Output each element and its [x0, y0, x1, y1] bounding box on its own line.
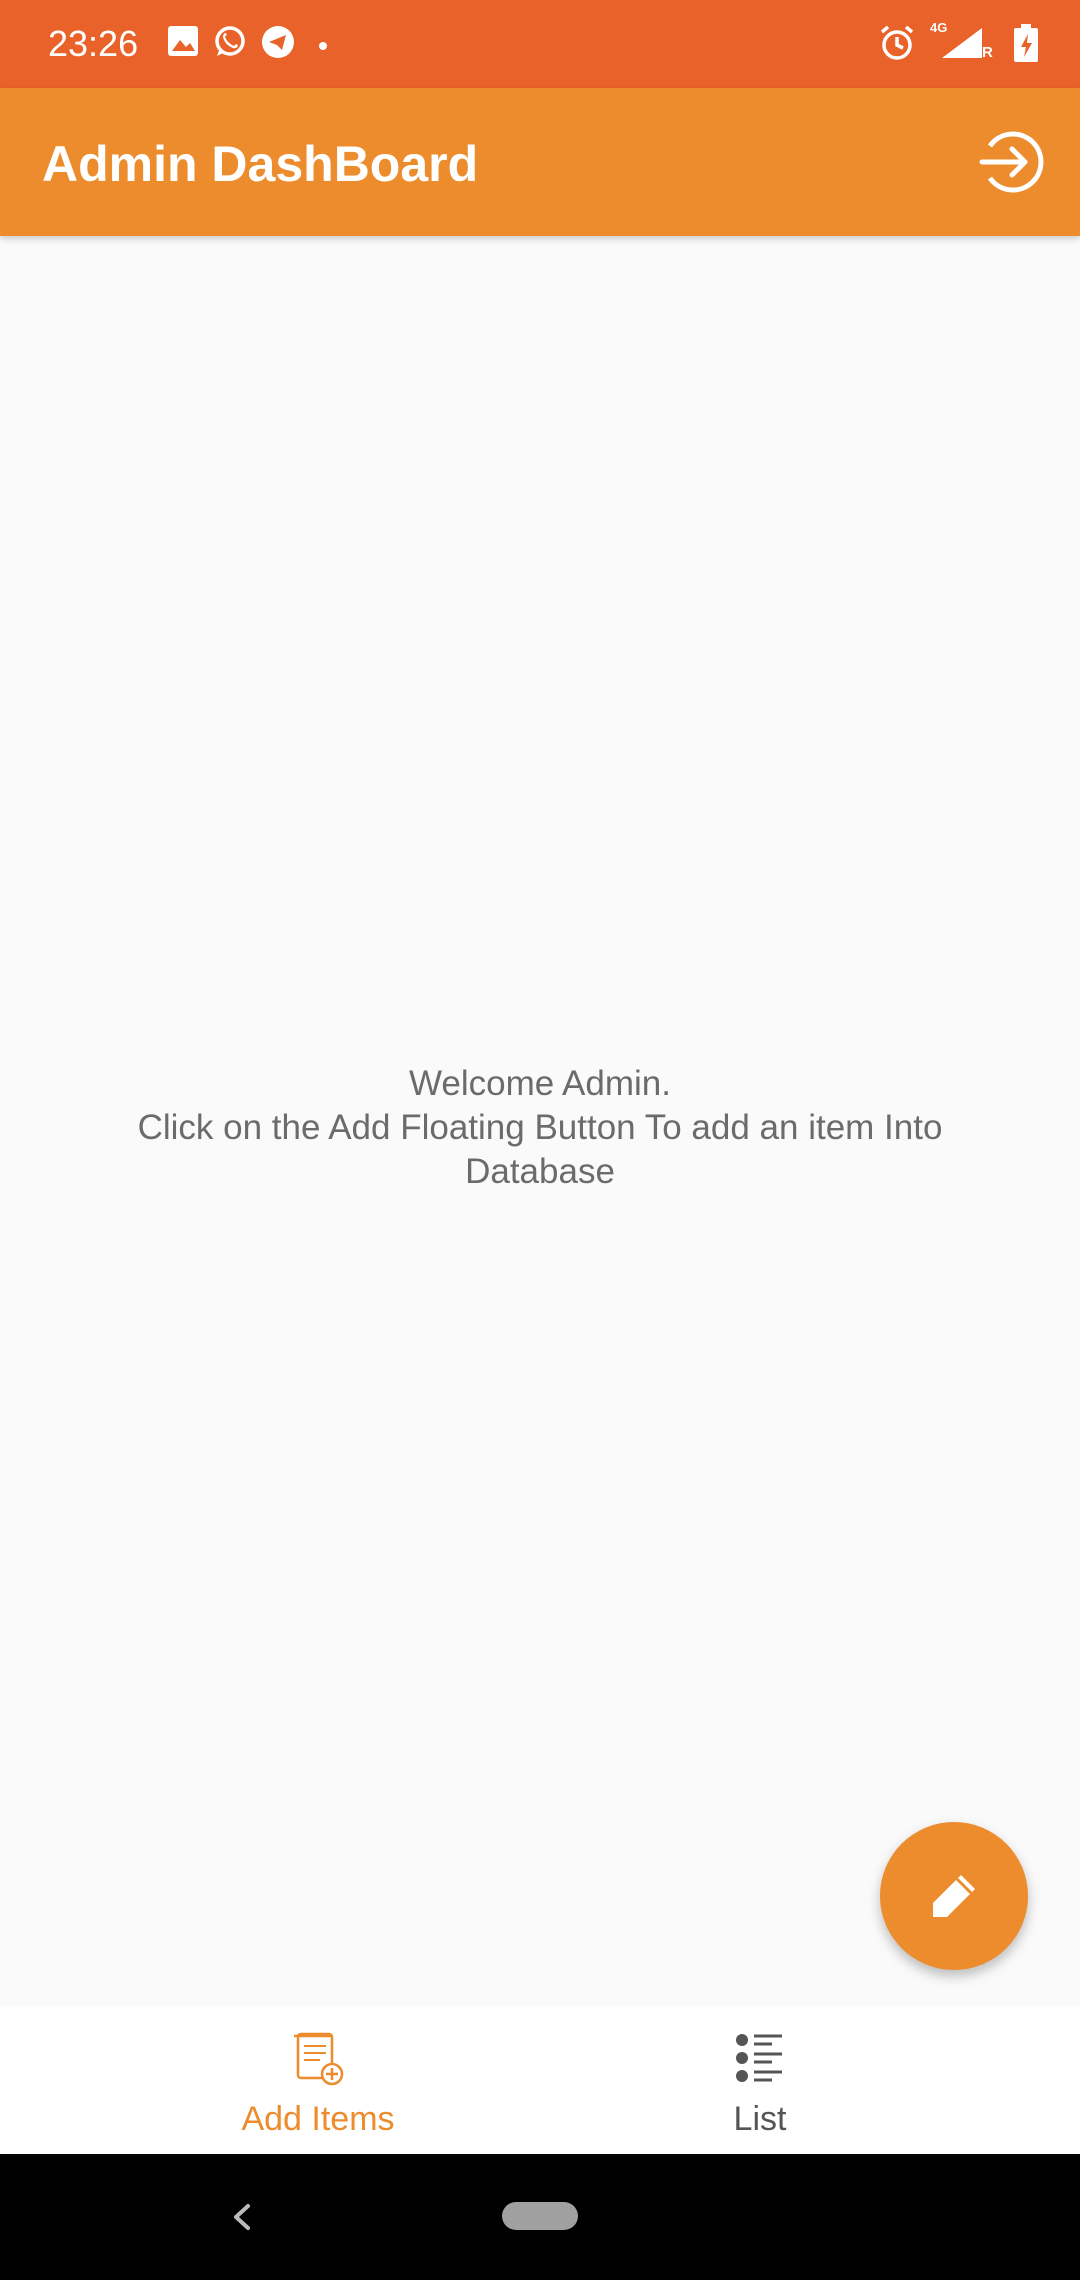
roaming-label: R [982, 44, 993, 61]
app-bar: Admin DashBoard [0, 88, 1080, 236]
image-icon [166, 24, 200, 63]
home-pill[interactable] [502, 2202, 578, 2230]
welcome-message: Welcome Admin. Click on the Add Floating… [137, 1064, 943, 1191]
back-icon[interactable] [226, 2194, 256, 2240]
nav-label-list: List [733, 2100, 787, 2138]
whatsapp-icon [212, 24, 248, 65]
status-time: 23:26 [48, 23, 139, 64]
list-icon [736, 2034, 782, 2082]
network-label: 4G [930, 20, 948, 35]
page-title: Admin DashBoard [42, 136, 479, 192]
signal-4g-icon: 4G R [924, 20, 993, 67]
status-bar: 23:26 4G R [0, 0, 1080, 88]
logout-button[interactable] [972, 124, 1048, 200]
dot-icon [318, 38, 328, 56]
add-item-fab[interactable] [880, 1822, 1028, 1970]
pencil-icon [933, 1875, 975, 1917]
telegram-icon [260, 24, 296, 65]
bottom-navigation: Add Items List [0, 2006, 1080, 2154]
nav-item-list[interactable]: List [490, 2006, 1030, 2154]
alarm-icon [878, 24, 916, 67]
add-document-icon [294, 2032, 344, 2086]
logout-icon [979, 131, 1044, 193]
battery-charging-icon [1012, 24, 1040, 69]
